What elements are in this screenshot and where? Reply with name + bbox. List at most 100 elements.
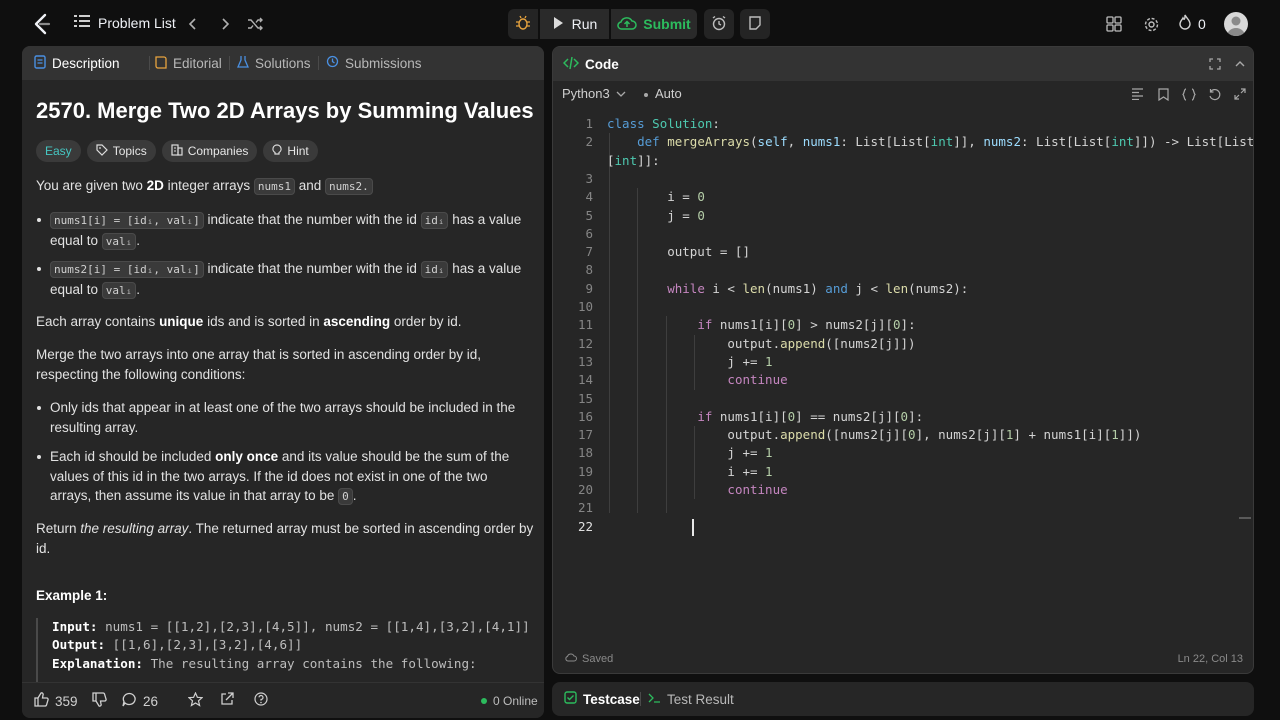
share-button[interactable]: [220, 692, 234, 709]
prev-problem-button[interactable]: [182, 13, 204, 35]
inline-code: valᵢ: [101, 232, 137, 250]
reset-icon[interactable]: [1206, 86, 1222, 102]
book-icon: [155, 55, 167, 72]
line-number: 21: [577, 500, 593, 516]
tab-divider: [229, 56, 230, 70]
favorite-button[interactable]: [187, 691, 204, 710]
merge-paragraph: Merge the two arrays into one array that…: [36, 347, 481, 382]
companies-chip[interactable]: Companies: [161, 140, 258, 162]
line-number: 10: [577, 299, 593, 314]
line-number: 5: [585, 207, 593, 223]
question-circle-icon: [254, 692, 268, 709]
like-button[interactable]: 359: [34, 692, 78, 710]
intro-paragraph: You are given two 2D integer arrays nums…: [36, 176, 534, 197]
companies-label: Companies: [187, 144, 249, 158]
example-block: Input: nums1 = [[1,2],[2,3],[4,5]], nums…: [36, 618, 530, 688]
next-problem-button[interactable]: [214, 13, 236, 35]
line-number: 2: [585, 134, 593, 150]
line-number: 19: [577, 463, 593, 479]
user-avatar[interactable]: [1224, 12, 1248, 36]
unique-paragraph: Each array contains unique ids and is so…: [36, 314, 462, 329]
tab-divider: [318, 56, 319, 70]
scrollbar-marker[interactable]: [1239, 517, 1251, 519]
problem-list-button[interactable]: Problem List: [74, 14, 176, 31]
tab-testcase-label: Testcase: [583, 691, 640, 707]
code-line: j += 1: [607, 353, 773, 369]
dislike-button[interactable]: [92, 692, 107, 710]
layout-grid-icon[interactable]: [1104, 14, 1124, 34]
line-number: 16: [577, 408, 593, 424]
code-line: while i < len(nums1) and j < len(nums2):: [667, 280, 969, 296]
saved-label: Saved: [582, 653, 614, 665]
tab-submissions-label: Submissions: [345, 55, 422, 71]
line-number: 12: [577, 335, 593, 351]
tab-description[interactable]: Description: [34, 46, 120, 80]
notes-button[interactable]: [740, 9, 770, 39]
maximize-icon[interactable]: [1207, 56, 1223, 72]
line-number: 3: [585, 170, 593, 186]
auto-mode[interactable]: Auto: [643, 86, 682, 101]
leetcode-logo-icon[interactable]: [32, 13, 52, 35]
problem-title[interactable]: 2570. Merge Two 2D Arrays by Summing Val…: [36, 98, 534, 124]
expand-icon[interactable]: [1232, 86, 1248, 102]
cloud-icon: [565, 653, 577, 665]
code-panel: Code Python3 Auto 1 class Solution: 2 de…: [552, 46, 1254, 674]
code-line: if nums1[i][0] > nums2[j][0]:: [697, 317, 916, 333]
line-number: 17: [577, 427, 593, 443]
save-status: Saved: [565, 653, 613, 665]
line-number: 7: [585, 244, 593, 260]
alarm-clock-icon: [711, 15, 727, 34]
code-line: j += 1: [607, 445, 773, 461]
code-line: i += 1: [607, 463, 773, 479]
difficulty-badge: Easy: [36, 140, 81, 162]
bookmark-icon[interactable]: [1155, 86, 1171, 102]
top-navbar: Problem List Run Submit 0: [0, 0, 1280, 48]
topics-chip[interactable]: Topics: [86, 140, 156, 162]
inline-code: idᵢ: [420, 212, 449, 229]
debug-button[interactable]: [508, 9, 538, 39]
tab-test-result[interactable]: Test Result: [648, 682, 734, 716]
description-tabbar: Description Editorial Solutions Submissi…: [22, 46, 544, 80]
online-indicator: 0 Online: [481, 694, 538, 708]
tab-editorial[interactable]: Editorial: [155, 46, 222, 80]
example-heading: Example 1:: [36, 588, 108, 603]
inline-code: nums2[i] = [idᵢ, valᵢ]: [50, 261, 204, 278]
text-cursor: [692, 519, 694, 536]
line-number: 15: [577, 390, 593, 406]
line-number: 14: [577, 372, 593, 388]
curly-braces-icon[interactable]: [1181, 86, 1197, 102]
comments-button[interactable]: 26: [122, 692, 158, 710]
flask-icon: [237, 55, 249, 72]
tag-icon: [96, 143, 108, 159]
timer-button[interactable]: [704, 9, 734, 39]
line-number: 9: [585, 280, 593, 296]
editor-toolbar: Python3 Auto: [553, 81, 1253, 107]
line-number: 6: [585, 225, 593, 241]
settings-gear-icon[interactable]: [1141, 14, 1161, 34]
streak-counter[interactable]: 0: [1178, 14, 1206, 33]
language-label: Python3: [562, 86, 610, 101]
chevron-up-icon[interactable]: [1232, 56, 1248, 72]
line-number: 20: [577, 482, 593, 497]
line-number: 18: [577, 445, 593, 461]
auto-label: Auto: [655, 86, 682, 101]
help-button[interactable]: [254, 692, 268, 709]
hint-chip[interactable]: Hint: [263, 140, 318, 162]
star-icon: [187, 691, 204, 710]
code-editor[interactable]: 1 class Solution: 2 def mergeArrays(self…: [553, 115, 1253, 615]
shuffle-icon[interactable]: [244, 13, 266, 35]
run-button[interactable]: Run: [540, 9, 609, 39]
language-select[interactable]: Python3: [562, 86, 626, 101]
return-paragraph: Return the resulting array. The returned…: [36, 521, 534, 556]
history-icon: [326, 55, 339, 71]
tab-solutions[interactable]: Solutions: [237, 46, 311, 80]
test-panel: Testcase Test Result: [552, 682, 1254, 716]
problem-list-label: Problem List: [98, 14, 176, 31]
format-icon[interactable]: [1129, 86, 1145, 102]
tab-code[interactable]: Code: [562, 47, 619, 81]
code-brackets-icon: [562, 56, 580, 73]
tab-testcase[interactable]: Testcase: [564, 682, 640, 716]
submit-label: Submit: [643, 16, 691, 32]
submit-button[interactable]: Submit: [611, 9, 697, 39]
tab-submissions[interactable]: Submissions: [326, 46, 422, 80]
